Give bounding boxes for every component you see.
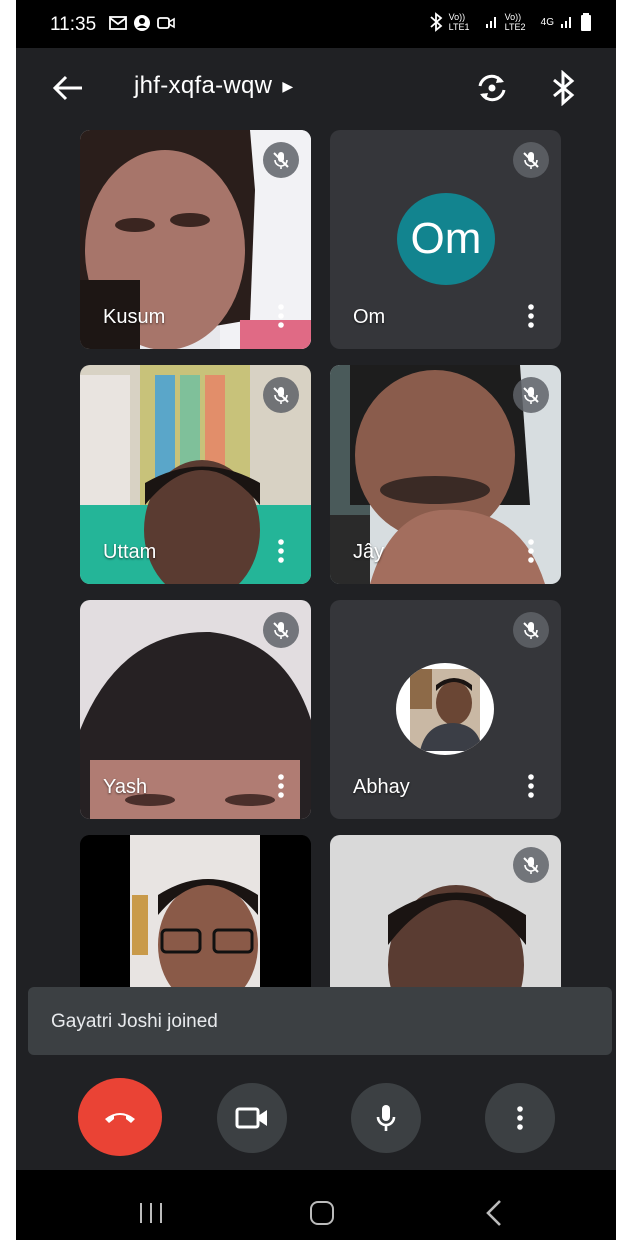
mic-off-icon xyxy=(273,152,289,169)
participant-tile-jay[interactable]: Jây xyxy=(330,365,561,584)
participant-tile-kusum[interactable]: Kusum xyxy=(80,130,311,349)
participant-tile-yash[interactable]: Yash xyxy=(80,600,311,819)
more-options-icon[interactable] xyxy=(277,538,285,564)
more-options-icon[interactable] xyxy=(527,303,535,329)
end-call-button[interactable] xyxy=(78,1078,162,1156)
notification-icons xyxy=(109,14,175,32)
mic-off-indicator xyxy=(513,377,549,413)
participant-name: Om xyxy=(353,306,386,328)
mic-off-indicator xyxy=(513,142,549,178)
status-time: 11:35 xyxy=(50,14,97,35)
avatar xyxy=(396,663,494,755)
camera-toggle-button[interactable] xyxy=(217,1083,287,1153)
switch-camera-icon[interactable] xyxy=(474,70,510,106)
caret-right-icon: ▶ xyxy=(282,77,294,94)
join-toast: Gayatri Joshi joined xyxy=(28,987,612,1055)
meeting-app-bar: jhf-xqfa-wqw ▶ xyxy=(16,48,616,128)
system-nav-bar xyxy=(16,1170,616,1240)
back-arrow-icon[interactable] xyxy=(52,74,84,102)
participant-tile-8[interactable] xyxy=(330,835,561,987)
participant-tile-om[interactable]: Om Om xyxy=(330,130,561,349)
more-options-button[interactable] xyxy=(485,1083,555,1153)
meet-screen: 11:35 Vo)) LTE1 Vo)) LTE2 4G jhf-xqfa-wq… xyxy=(16,0,616,1240)
mic-off-icon xyxy=(523,387,539,404)
mic-off-icon xyxy=(273,387,289,404)
more-options-icon[interactable] xyxy=(527,538,535,564)
microphone-icon xyxy=(376,1105,396,1131)
bluetooth-status-icon xyxy=(430,12,443,32)
avatar-initials: Om xyxy=(410,214,482,263)
account-icon xyxy=(134,15,150,31)
status-right: Vo)) LTE1 Vo)) LTE2 4G xyxy=(429,12,592,32)
network-1-label: Vo)) LTE1 xyxy=(448,12,470,32)
more-vert-icon xyxy=(517,1106,523,1130)
more-options-icon[interactable] xyxy=(277,303,285,329)
microphone-toggle-button[interactable] xyxy=(351,1083,421,1153)
mic-off-indicator xyxy=(263,612,299,648)
hang-up-icon xyxy=(105,1113,135,1123)
recent-apps-icon[interactable] xyxy=(140,1203,162,1223)
participant-name: Kusum xyxy=(103,306,166,328)
mic-off-indicator xyxy=(263,142,299,178)
participant-tile-7[interactable] xyxy=(80,835,311,987)
toast-message: Gayatri Joshi joined xyxy=(51,1011,218,1032)
mic-off-indicator xyxy=(263,377,299,413)
participant-tile-uttam[interactable]: Uttam xyxy=(80,365,311,584)
more-options-icon[interactable] xyxy=(277,773,285,799)
avatar-photo xyxy=(410,669,482,751)
signal-1-icon xyxy=(485,17,496,28)
mic-off-icon xyxy=(523,857,539,874)
participant-name: Jây xyxy=(353,541,385,563)
participant-name: Uttam xyxy=(103,541,157,563)
mic-off-icon xyxy=(273,622,289,639)
participant-name: Abhay xyxy=(353,776,410,798)
video-feed xyxy=(80,835,311,987)
participant-name: Yash xyxy=(103,776,148,798)
back-nav-icon[interactable] xyxy=(484,1199,504,1227)
home-icon[interactable] xyxy=(310,1201,334,1225)
mic-off-indicator xyxy=(513,612,549,648)
video-camera-icon xyxy=(235,1107,267,1129)
battery-icon xyxy=(581,13,591,31)
video-notification-icon xyxy=(157,17,175,29)
network-3-label: 4G xyxy=(540,16,554,28)
signal-2-icon xyxy=(561,17,571,28)
participant-tile-abhay[interactable]: Abhay xyxy=(330,600,561,819)
bluetooth-audio-icon[interactable] xyxy=(550,70,578,106)
gmail-icon xyxy=(109,16,127,30)
mic-off-icon xyxy=(523,152,539,169)
mic-off-indicator xyxy=(513,847,549,883)
avatar: Om xyxy=(397,193,495,285)
meeting-code-button[interactable]: jhf-xqfa-wqw ▶ xyxy=(134,72,293,100)
network-2-label: Vo)) LTE2 xyxy=(504,12,526,32)
mic-off-icon xyxy=(523,622,539,639)
status-bar: 11:35 Vo)) LTE1 Vo)) LTE2 4G xyxy=(16,0,616,48)
meeting-code: jhf-xqfa-wqw xyxy=(134,72,273,99)
more-options-icon[interactable] xyxy=(527,773,535,799)
